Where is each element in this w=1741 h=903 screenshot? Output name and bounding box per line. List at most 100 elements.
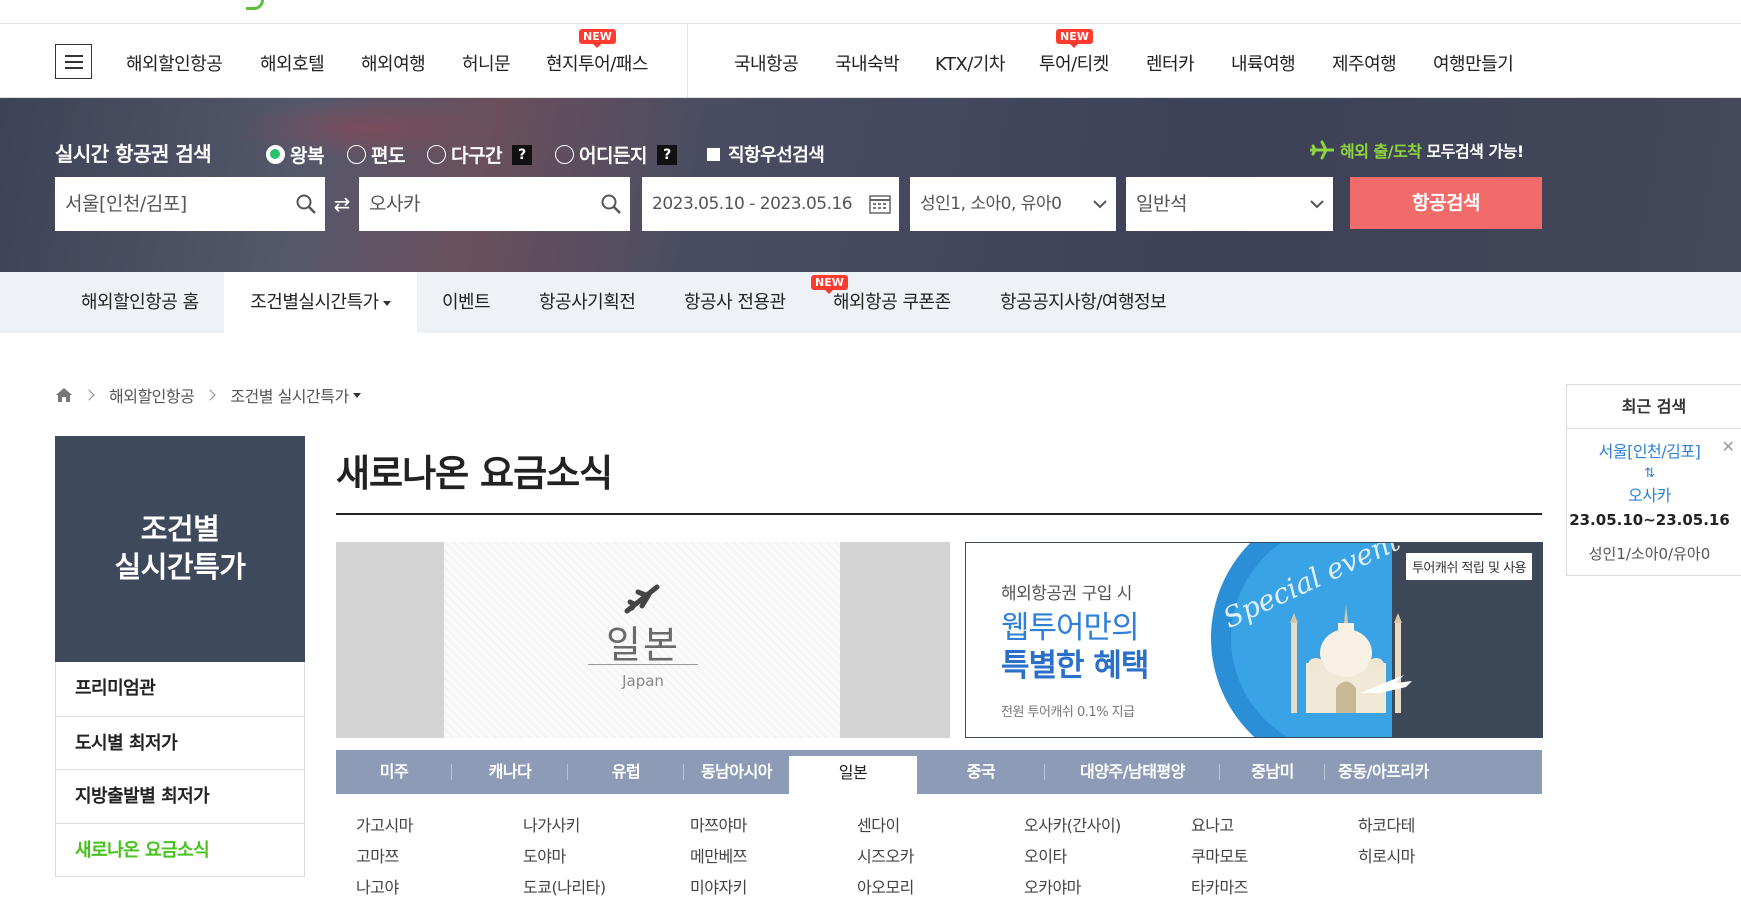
help-icon[interactable]: ? (656, 144, 677, 165)
tab-latin-america[interactable]: 중남미 (1220, 750, 1325, 794)
city-link[interactable]: 센다이 (857, 812, 900, 836)
city-link[interactable]: 도쿄(나리타) (523, 874, 606, 898)
gnb-item-make-trip[interactable]: 여행만들기 (1433, 50, 1514, 76)
city-link[interactable]: 시즈오카 (857, 843, 914, 867)
flight-search-button[interactable]: 항공검색 (1350, 177, 1542, 229)
city-link[interactable]: 나가사키 (523, 812, 580, 836)
city-link[interactable]: 오이타 (1024, 843, 1067, 867)
region-name-ko: 일본 (606, 623, 680, 667)
city-link[interactable]: 나고야 (356, 874, 399, 898)
lnb-item-notices[interactable]: 항공공지사항/여행정보 (1000, 272, 1167, 333)
city-link[interactable]: 오사카(간사이) (1024, 812, 1121, 836)
city-link[interactable]: 아오모리 (857, 874, 914, 898)
city-link[interactable]: 오카야마 (1024, 874, 1081, 898)
tab-europe[interactable]: 유럽 (568, 750, 684, 794)
city-link[interactable]: 고마쯔 (356, 843, 399, 867)
origin-value: 서울[인천/김포] (65, 193, 187, 215)
breadcrumb: 해외할인항공 조건별 실시간특가 (55, 383, 361, 407)
trip-type-roundtrip[interactable]: 왕복 (266, 141, 324, 168)
city-link[interactable]: 도야마 (523, 843, 566, 867)
city-link[interactable]: 미야자키 (690, 874, 747, 898)
tab-southeast-asia[interactable]: 동남아시아 (684, 750, 789, 794)
airplane-icon (624, 584, 660, 614)
city-link[interactable]: 요나고 (1191, 812, 1234, 836)
breadcrumb-item[interactable]: 조건별 실시간특가 (230, 383, 349, 407)
gnb-item-domestic-flights[interactable]: 국내항공 (734, 50, 799, 76)
swap-route-icon[interactable]: ⇄ (330, 192, 354, 216)
promo-banner[interactable]: 투어캐쉬 적립 및 사용 Special event 해외항공권 구입 시 웹투… (965, 542, 1543, 738)
region-divider (588, 664, 698, 665)
side-item-regional-lowest[interactable]: 지방출발별 최저가 (56, 769, 304, 823)
checkbox-label: 직항우선검색 (728, 145, 825, 166)
city-link[interactable]: 메만베쯔 (690, 843, 747, 867)
chevron-down-icon (1093, 200, 1107, 209)
side-item-city-lowest[interactable]: 도시별 최저가 (56, 715, 304, 770)
tab-label: 미주 (379, 762, 409, 781)
banner-tab[interactable]: 투어캐쉬 적립 및 사용 (1405, 553, 1532, 580)
recent-search-route[interactable]: 서울[인천/김포] ⇅ 오사카 (1567, 441, 1732, 507)
search-title: 실시간 항공권 검색 (55, 142, 212, 166)
home-icon[interactable] (55, 387, 73, 403)
side-nav-title: 조건별 실시간특가 (55, 436, 305, 662)
trip-type-anywhere[interactable]: 어디든지 ? (555, 141, 677, 168)
tab-middle-east-africa[interactable]: 중동/아프리카 (1325, 750, 1442, 794)
tab-china[interactable]: 중국 (917, 750, 1045, 794)
tab-label: 동남아시아 (700, 762, 773, 781)
city-link[interactable]: 가고시마 (356, 812, 413, 836)
city-link[interactable]: 하코다테 (1358, 812, 1415, 836)
recent-search-panel: 최근 검색 ✕ 서울[인천/김포] ⇅ 오사카 23.05.10~23.05.1… (1566, 384, 1741, 576)
trip-type-oneway[interactable]: 편도 (347, 141, 405, 168)
date-field[interactable]: 2023.05.10 - 2023.05.16 (642, 177, 899, 231)
lnb-item-coupon-zone[interactable]: 해외항공 쿠폰존 (833, 272, 951, 333)
lnb-item-airline-promos[interactable]: 항공사기획전 (539, 272, 636, 333)
banner-line2: 웹투어만의 (1001, 610, 1140, 646)
gnb-item-local-tours[interactable]: 현지투어/패스 (546, 50, 648, 76)
help-icon[interactable]: ? (511, 144, 532, 165)
gnb-item-overseas-hotels[interactable]: 해외호텔 (260, 50, 325, 76)
region-tabs: 미주 캐나다 유럽 동남아시아 일본 중국 대양주/남태평양 중남미 중동/아프… (336, 750, 1542, 794)
logo-fragment[interactable] (246, 0, 264, 10)
lnb-item-home[interactable]: 해외할인항공 홈 (81, 272, 199, 333)
gnb-item-jeju[interactable]: 제주여행 (1332, 50, 1397, 76)
cabin-select[interactable]: 일반석 (1126, 177, 1333, 231)
gnb-item-tour-tickets[interactable]: 투어/티켓 (1039, 50, 1109, 76)
tab-oceania[interactable]: 대양주/남태평양 (1045, 750, 1220, 794)
origin-field[interactable]: 서울[인천/김포] (55, 177, 325, 231)
region-name-en: Japan (622, 672, 664, 690)
gnb-item-overseas-tours[interactable]: 해외여행 (361, 50, 426, 76)
lnb-item-events[interactable]: 이벤트 (442, 272, 491, 333)
lnb-item-condition-deals[interactable]: 조건별실시간특가 (224, 272, 417, 333)
promo-highlight: 해외 출/도착 (1340, 142, 1422, 161)
destination-field[interactable]: 오사카 (359, 177, 630, 231)
tab-americas[interactable]: 미주 (336, 750, 452, 794)
radio-icon (347, 145, 366, 164)
caret-down-icon[interactable] (352, 392, 361, 398)
gnb-item-overseas-flights[interactable]: 해외할인항공 (126, 50, 223, 76)
direct-flight-checkbox[interactable]: 직항우선검색 (707, 141, 825, 167)
gnb-item-ktx[interactable]: KTX/기차 (935, 50, 1005, 76)
tab-label: 일본 (838, 763, 868, 782)
tab-japan[interactable]: 일본 (789, 756, 917, 794)
banner-line4: 전원 투어캐쉬 0.1% 지급 (1001, 705, 1135, 720)
side-item-premium[interactable]: 프리미엄관 (56, 662, 304, 716)
city-link[interactable]: 히로시마 (1358, 843, 1415, 867)
city-link[interactable]: 마쯔야마 (690, 812, 747, 836)
city-link[interactable]: 쿠마모토 (1191, 843, 1248, 867)
recent-destination: 오사카 (1628, 486, 1671, 505)
trip-type-multicity[interactable]: 다구간 ? (427, 141, 532, 168)
gnb-item-honeymoon[interactable]: 허니문 (462, 50, 511, 76)
gnb-item-domestic-stays[interactable]: 국내숙박 (835, 50, 900, 76)
search-icon (296, 194, 316, 214)
recent-search-title: 최근 검색 (1567, 385, 1741, 429)
lnb-item-airline-halls[interactable]: 항공사 전용관 (684, 272, 786, 333)
banner-line3: 특별한 혜택 (1001, 648, 1149, 684)
city-link[interactable]: 타카마즈 (1191, 874, 1248, 898)
tab-canada[interactable]: 캐나다 (452, 750, 568, 794)
passenger-select[interactable]: 성인1, 소아0, 유아0 (910, 177, 1116, 231)
gnb-item-inland-tours[interactable]: 내륙여행 (1231, 50, 1296, 76)
side-item-new-fares[interactable]: 새로나온 요금소식 (56, 822, 304, 877)
tab-label: 대양주/남태평양 (1080, 762, 1185, 781)
hamburger-menu-icon[interactable] (55, 44, 92, 79)
gnb-item-rent-car[interactable]: 렌터카 (1146, 50, 1195, 76)
breadcrumb-item[interactable]: 해외할인항공 (109, 383, 195, 407)
